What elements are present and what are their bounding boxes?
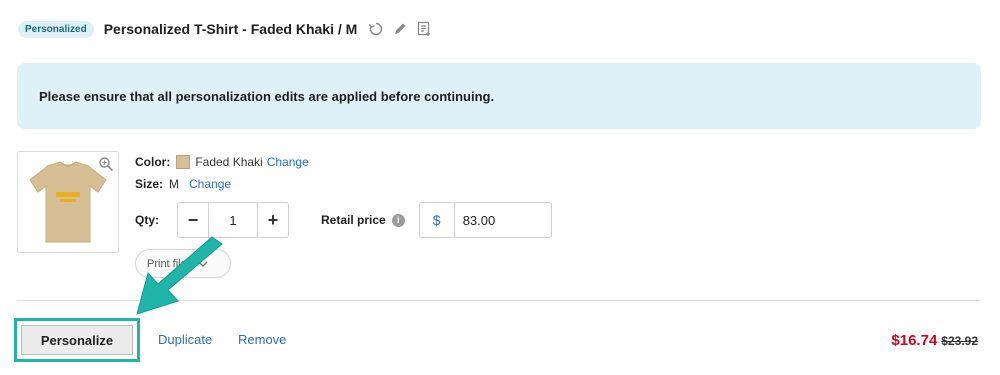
zoom-icon[interactable]: [98, 156, 114, 172]
sale-price: $16.74: [891, 332, 938, 349]
divider: [17, 300, 981, 301]
retail-price-label: Retail price: [321, 213, 386, 227]
retail-price-field: $ 83.00: [418, 202, 552, 238]
print-files-dropdown[interactable]: Print files: [135, 249, 231, 278]
item-total: $16.74 $23.92: [891, 332, 978, 349]
color-value: Faded Khaki: [195, 154, 263, 169]
color-row: Color: Faded Khaki Change: [135, 153, 309, 170]
increment-button[interactable]: +: [258, 203, 288, 237]
chevron-down-icon: [198, 260, 208, 268]
size-label: Size:: [135, 176, 164, 191]
quantity-stepper: − 1 +: [177, 202, 289, 238]
change-size-link[interactable]: Change: [189, 177, 231, 191]
retail-price-input[interactable]: 83.00: [455, 203, 551, 237]
change-color-link[interactable]: Change: [267, 155, 309, 169]
size-row: Size: M Change: [135, 175, 309, 192]
personalized-badge: Personalized: [18, 20, 94, 38]
product-thumbnail[interactable]: [17, 151, 119, 253]
original-price: $23.92: [941, 334, 978, 348]
notice-text: Please ensure that all personalization e…: [39, 88, 495, 104]
duplicate-link[interactable]: Duplicate: [158, 332, 212, 347]
info-icon[interactable]: i: [391, 213, 405, 227]
product-title: Personalized T-Shirt - Faded Khaki / M: [103, 21, 358, 37]
size-value: M: [169, 176, 180, 191]
quantity-price-row: Qty: − 1 + Retail price i $ 83.00: [135, 202, 552, 238]
color-label: Color:: [135, 154, 171, 169]
personalize-highlight: Personalize: [14, 318, 140, 362]
item-header: Personalized Personalized T-Shirt - Fade…: [18, 17, 439, 41]
notes-icon[interactable]: [415, 20, 433, 38]
pencil-icon[interactable]: [391, 20, 409, 38]
currency-symbol: $: [420, 203, 455, 237]
personalize-button[interactable]: Personalize: [21, 325, 133, 355]
refresh-icon[interactable]: [367, 20, 385, 38]
quantity-input[interactable]: 1: [208, 203, 258, 237]
remove-link[interactable]: Remove: [238, 332, 286, 347]
notice-banner: Please ensure that all personalization e…: [17, 63, 981, 129]
product-details: Color: Faded Khaki Change Size: M Change: [135, 153, 309, 192]
print-files-label: Print files: [147, 257, 193, 270]
qty-label: Qty:: [135, 213, 159, 227]
decrement-button[interactable]: −: [178, 203, 208, 237]
color-swatch: [176, 154, 191, 169]
